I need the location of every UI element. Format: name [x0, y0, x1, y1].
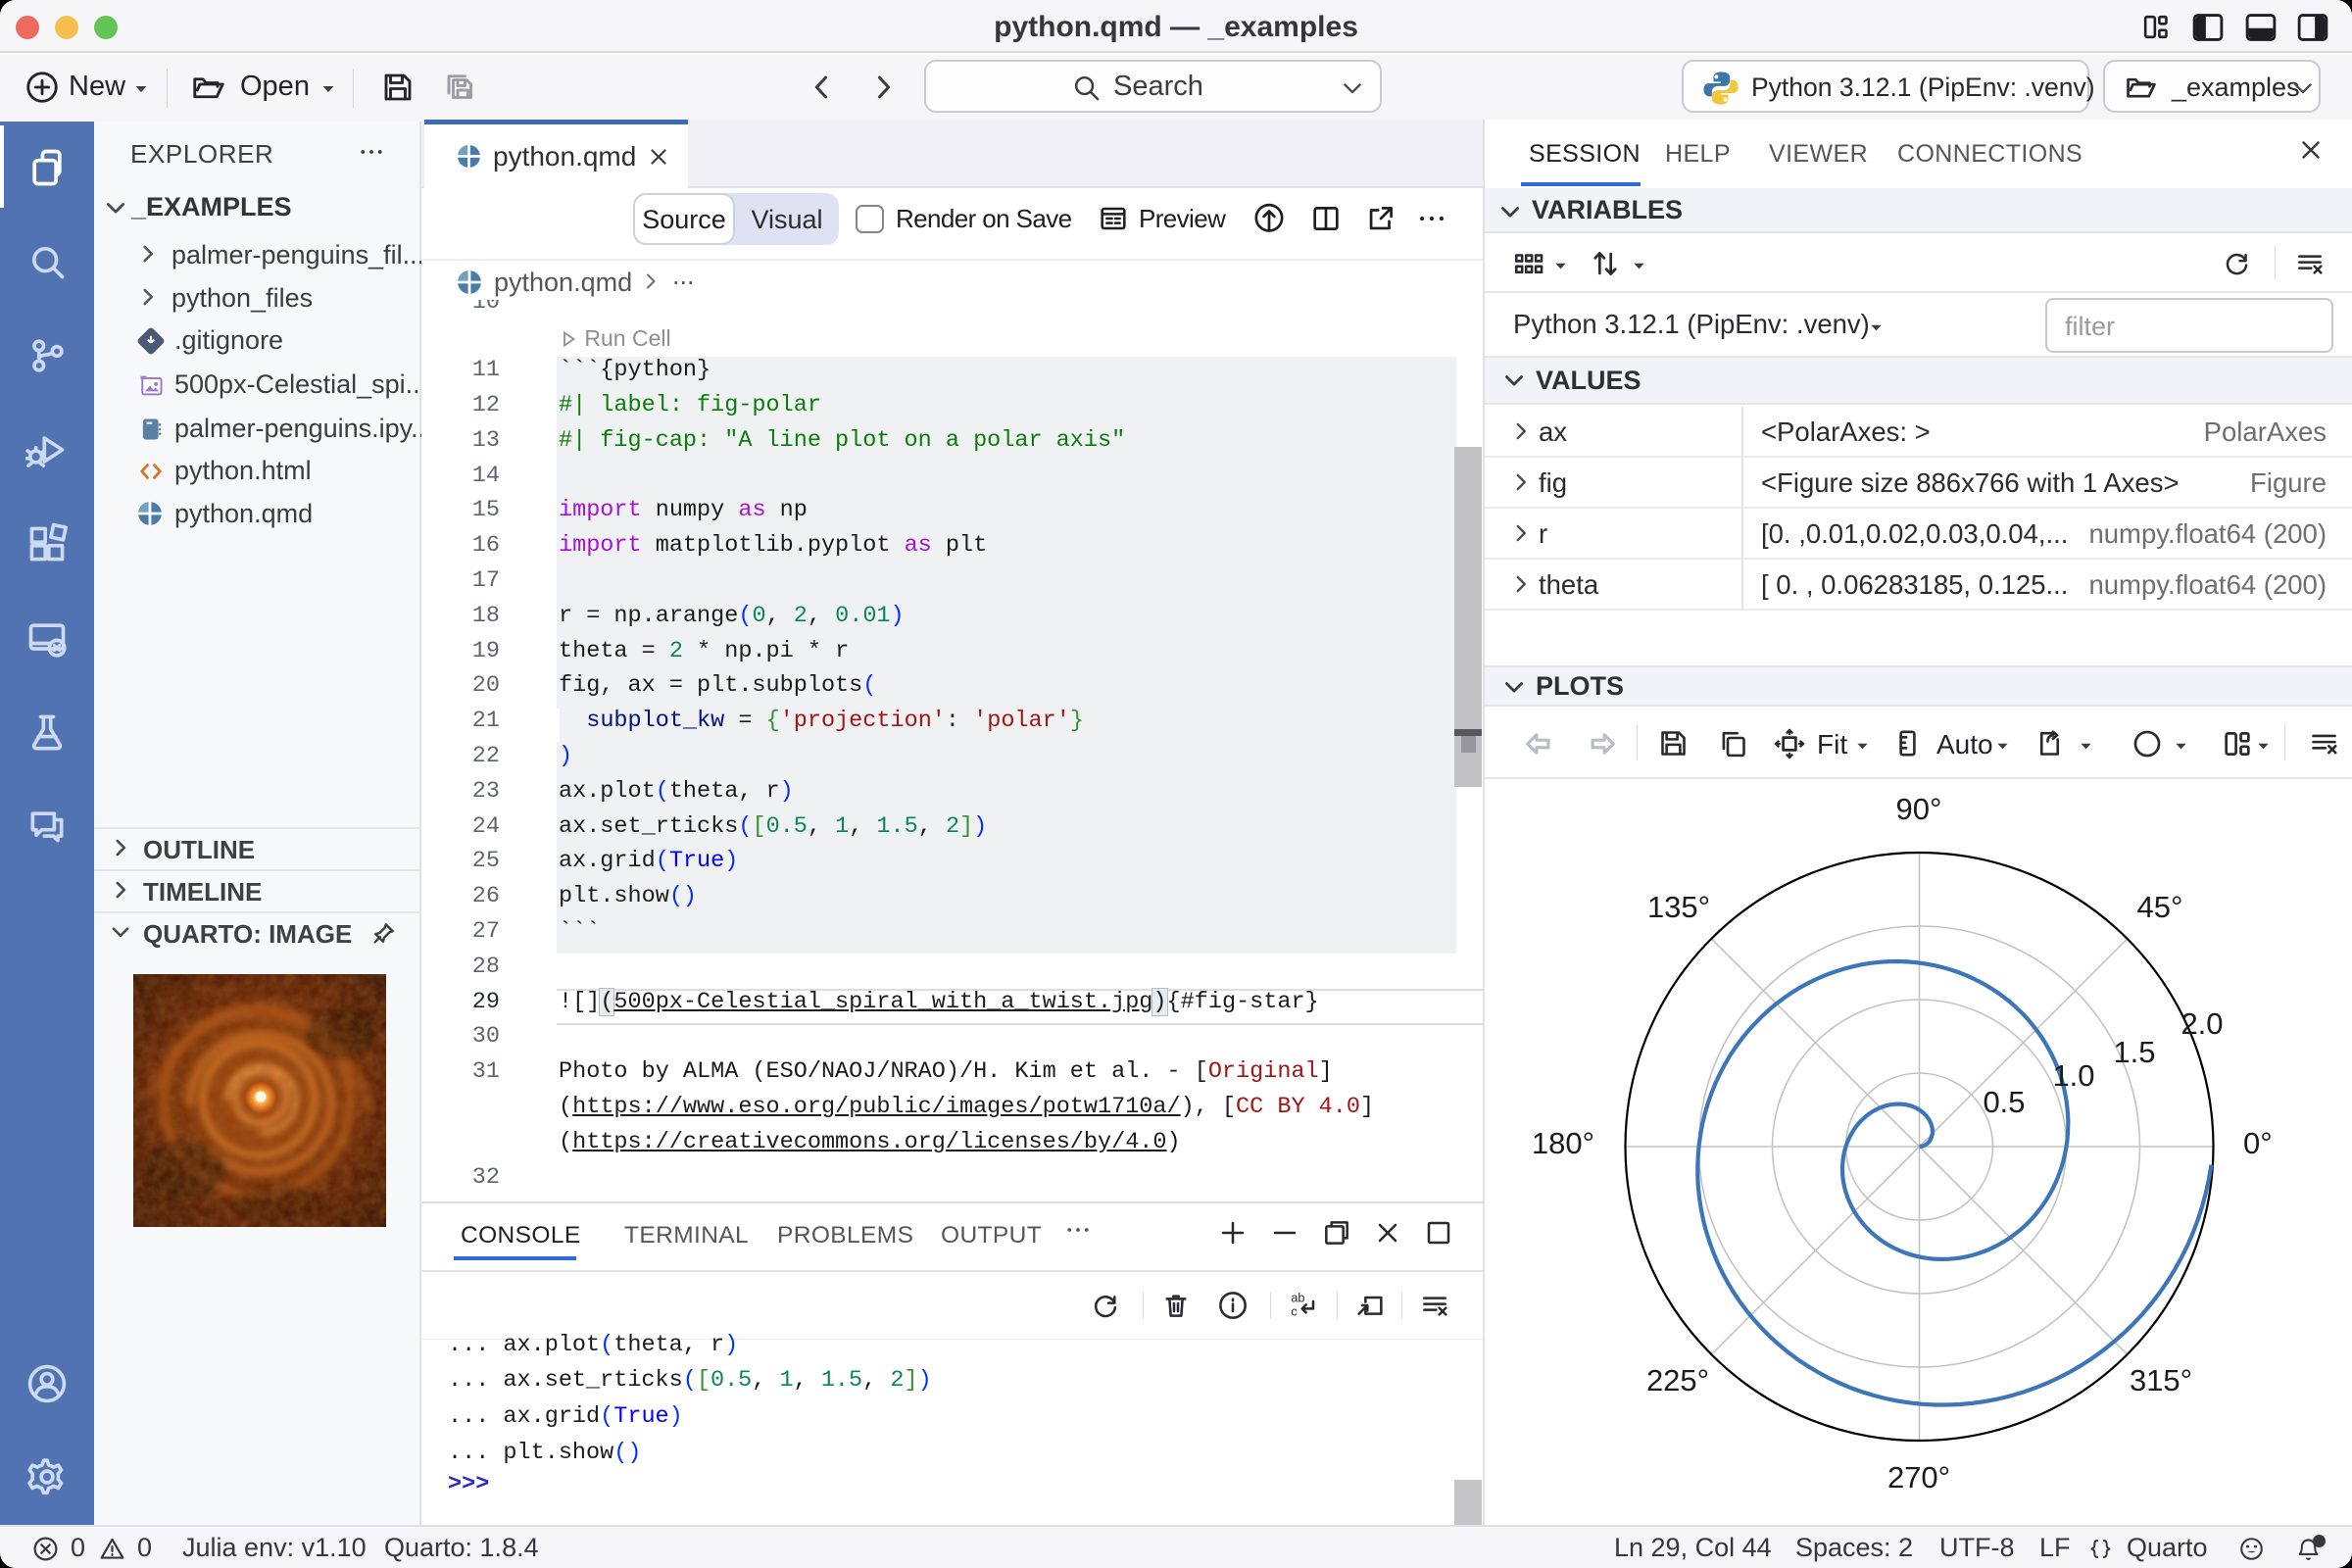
svg-text:1.5: 1.5	[2113, 1035, 2155, 1069]
svg-text:180°: 180°	[1532, 1126, 1594, 1160]
svg-text:225°: 225°	[1646, 1363, 1709, 1397]
svg-text:ab: ab	[1291, 1292, 1304, 1305]
svg-text:135°: 135°	[1647, 890, 1710, 924]
svg-text:45°: 45°	[2137, 890, 2183, 924]
svg-text:c: c	[1291, 1305, 1297, 1319]
svg-text:90°: 90°	[1896, 792, 1942, 826]
svg-text:315°: 315°	[2130, 1363, 2192, 1397]
svg-text:270°: 270°	[1887, 1460, 1950, 1494]
svg-text:0.5: 0.5	[1983, 1085, 2025, 1119]
svg-text:0°: 0°	[2243, 1126, 2273, 1160]
svg-text:2.0: 2.0	[2180, 1006, 2223, 1041]
svg-text:1.0: 1.0	[2052, 1058, 2094, 1093]
